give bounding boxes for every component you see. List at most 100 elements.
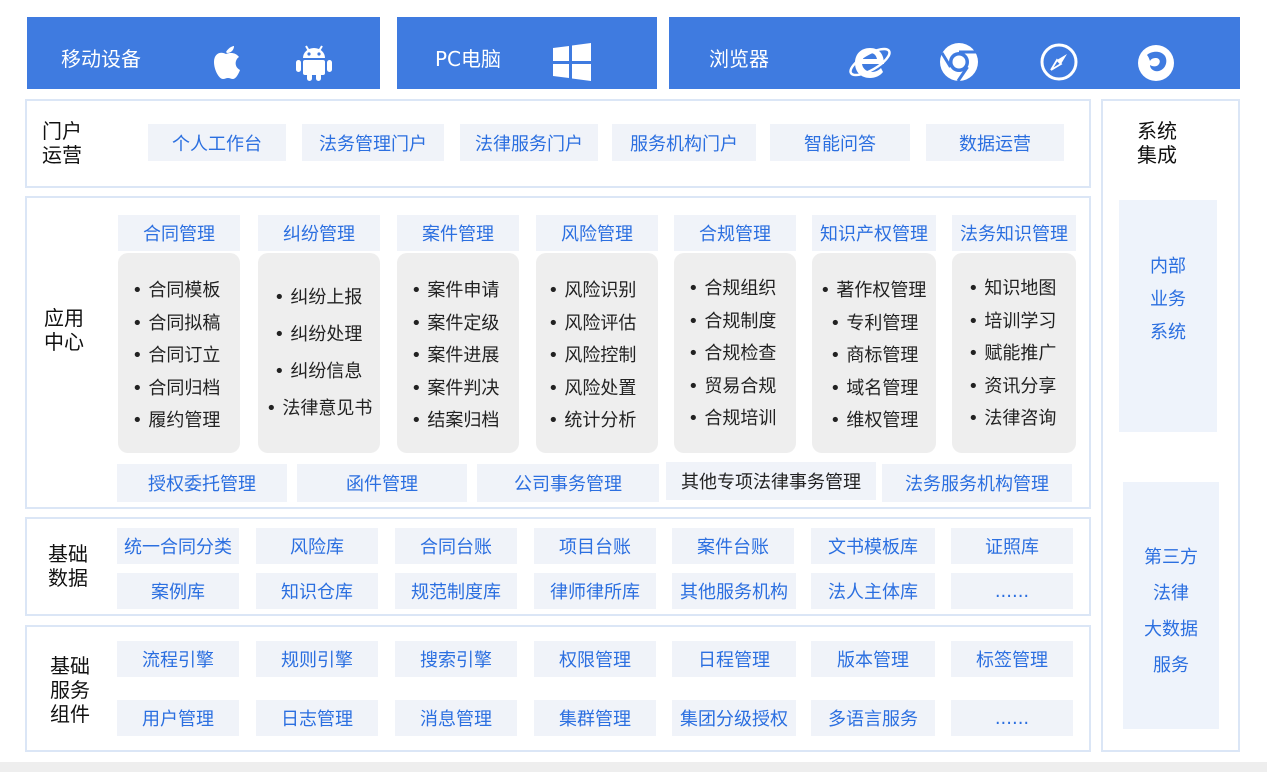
base-data-item[interactable]: 其他服务机构 <box>672 573 796 609</box>
base-data-item[interactable]: 法人主体库 <box>811 573 935 609</box>
portal-item[interactable]: 个人工作台 <box>148 124 286 161</box>
base-data-item[interactable]: 律师律所库 <box>534 573 656 609</box>
base-service-title-line3: 组件 <box>50 702 90 726</box>
mobile-devices-label: 移动设备 <box>61 47 141 71</box>
base-data-item[interactable]: 知识仓库 <box>256 573 378 609</box>
module-item[interactable]: • 合规培训 <box>688 403 796 436</box>
module-item[interactable]: • 合同归档 <box>132 373 240 406</box>
service-item[interactable]: 消息管理 <box>395 700 517 736</box>
module-item[interactable]: • 贸易合规 <box>688 371 796 404</box>
page-bottom-strip <box>0 762 1267 772</box>
service-item[interactable]: 标签管理 <box>951 641 1073 677</box>
module-item[interactable]: • 案件申请 <box>411 275 519 308</box>
module-item[interactable]: • 履约管理 <box>132 405 240 438</box>
module-item[interactable]: • 纠纷上报 <box>266 279 380 316</box>
module-item[interactable]: • 合同模板 <box>132 275 240 308</box>
service-item[interactable]: 日志管理 <box>256 700 378 736</box>
base-data-item[interactable]: 合同台账 <box>395 528 517 564</box>
module-card-contract: • 合同模板 • 合同拟稿 • 合同订立 • 合同归档 • 履约管理 <box>118 253 240 453</box>
app-bottom-item[interactable]: 公司事务管理 <box>477 464 659 502</box>
module-item[interactable]: • 培训学习 <box>968 306 1076 339</box>
module-item[interactable]: • 案件定级 <box>411 308 519 341</box>
module-header[interactable]: 合同管理 <box>118 215 240 251</box>
base-data-title-line1: 基础 <box>48 542 88 566</box>
third-party-legal-bigdata[interactable]: 第三方 法律 大数据 服务 <box>1123 482 1219 729</box>
module-item[interactable]: • 案件进展 <box>411 340 519 373</box>
integration-title-line1: 系统 <box>1137 119 1177 143</box>
pc-label: PC电脑 <box>435 47 502 71</box>
module-item[interactable]: • 合同拟稿 <box>132 308 240 341</box>
module-item[interactable]: • 风险评估 <box>548 308 658 341</box>
module-header[interactable]: 风险管理 <box>536 215 658 251</box>
base-data-item[interactable]: 统一合同分类 <box>117 528 239 564</box>
internal-business-systems[interactable]: 内部 业务 系统 <box>1119 200 1217 432</box>
app-bottom-item[interactable]: 其他专项法律事务管理 <box>666 462 876 500</box>
module-item[interactable]: • 法律意见书 <box>266 390 380 427</box>
module-item[interactable]: • 维权管理 <box>820 405 936 438</box>
base-data-item[interactable]: ...... <box>951 573 1073 609</box>
module-header[interactable]: 纠纷管理 <box>258 215 380 251</box>
base-service-title-line1: 基础 <box>50 654 90 678</box>
app-bottom-item[interactable]: 法务服务机构管理 <box>882 464 1072 502</box>
module-item[interactable]: • 风险控制 <box>548 340 658 373</box>
module-item[interactable]: • 知识地图 <box>968 273 1076 306</box>
module-item[interactable]: • 风险处置 <box>548 373 658 406</box>
base-data-item[interactable]: 规范制度库 <box>395 573 517 609</box>
module-header[interactable]: 法务知识管理 <box>952 215 1076 251</box>
module-item[interactable]: • 著作权管理 <box>820 275 936 308</box>
module-item[interactable]: • 案件判决 <box>411 373 519 406</box>
service-item[interactable]: 流程引擎 <box>117 641 239 677</box>
app-bottom-item[interactable]: 授权委托管理 <box>117 464 287 502</box>
base-data-item[interactable]: 风险库 <box>256 528 378 564</box>
base-data-item[interactable]: 案例库 <box>117 573 239 609</box>
module-item[interactable]: • 赋能推广 <box>968 338 1076 371</box>
module-item[interactable]: • 合同订立 <box>132 340 240 373</box>
firefox-icon <box>1138 45 1174 81</box>
module-item[interactable]: • 合规检查 <box>688 338 796 371</box>
service-item[interactable]: 集团分级授权 <box>672 700 796 736</box>
apple-icon <box>214 46 240 79</box>
portal-item[interactable]: 法律服务门户 <box>460 124 598 161</box>
module-header[interactable]: 知识产权管理 <box>812 215 936 251</box>
base-data-item[interactable]: 证照库 <box>951 528 1073 564</box>
module-item[interactable]: • 纠纷处理 <box>266 316 380 353</box>
base-data-item[interactable]: 项目台账 <box>534 528 656 564</box>
module-item[interactable]: • 域名管理 <box>820 373 936 406</box>
module-item[interactable]: • 专利管理 <box>820 308 936 341</box>
module-item[interactable]: • 合规组织 <box>688 273 796 306</box>
service-item[interactable]: 权限管理 <box>534 641 656 677</box>
service-item[interactable]: 集群管理 <box>534 700 656 736</box>
browser-label: 浏览器 <box>709 47 769 71</box>
module-item[interactable]: • 资讯分享 <box>968 371 1076 404</box>
module-header[interactable]: 案件管理 <box>397 215 519 251</box>
service-item[interactable]: 规则引擎 <box>256 641 378 677</box>
service-item[interactable]: 搜索引擎 <box>395 641 517 677</box>
portal-item[interactable]: 智能问答 <box>770 124 910 161</box>
windows-icon <box>553 43 591 81</box>
service-item[interactable]: 版本管理 <box>811 641 935 677</box>
portal-item[interactable]: 服务机构门户 <box>612 124 756 161</box>
module-item[interactable]: • 合规制度 <box>688 306 796 339</box>
module-header[interactable]: 合规管理 <box>674 215 796 251</box>
base-data-item[interactable]: 案件台账 <box>672 528 794 564</box>
internal-systems-line: 内部 <box>1150 256 1186 277</box>
module-item[interactable]: • 商标管理 <box>820 340 936 373</box>
service-item[interactable]: 多语言服务 <box>811 700 935 736</box>
module-item[interactable]: • 风险识别 <box>548 275 658 308</box>
module-card-risk: • 风险识别 • 风险评估 • 风险控制 • 风险处置 • 统计分析 <box>536 253 658 453</box>
module-card-compliance: • 合规组织 • 合规制度 • 合规检查 • 贸易合规 • 合规培训 <box>674 253 796 453</box>
portal-item[interactable]: 法务管理门户 <box>302 124 444 161</box>
module-card-dispute: • 纠纷上报 • 纠纷处理 • 纠纷信息 • 法律意见书 <box>258 253 380 453</box>
service-item[interactable]: 用户管理 <box>117 700 239 736</box>
service-item[interactable]: 日程管理 <box>672 641 796 677</box>
third-party-line: 服务 <box>1153 655 1189 676</box>
portal-title-line2: 运营 <box>42 143 82 167</box>
base-data-item[interactable]: 文书模板库 <box>811 528 935 564</box>
module-item[interactable]: • 结案归档 <box>411 405 519 438</box>
module-item[interactable]: • 法律咨询 <box>968 403 1076 436</box>
module-item[interactable]: • 统计分析 <box>548 405 658 438</box>
service-item[interactable]: ...... <box>951 700 1073 736</box>
module-item[interactable]: • 纠纷信息 <box>266 353 380 390</box>
portal-item[interactable]: 数据运营 <box>926 124 1064 161</box>
app-bottom-item[interactable]: 函件管理 <box>297 464 467 502</box>
